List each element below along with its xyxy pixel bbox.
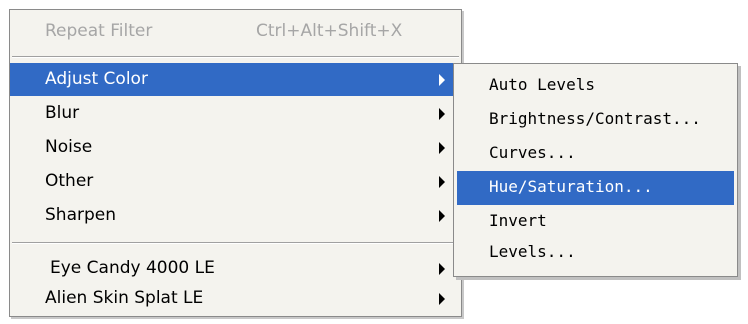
menu-item-sharpen[interactable]: Sharpen — [10, 199, 461, 232]
menu-item-label: Sharpen — [45, 205, 116, 225]
menu-item-label: Alien Skin Splat LE — [45, 288, 204, 308]
menu-item-label: Noise — [45, 137, 93, 157]
menu-item-shortcut: Ctrl+Alt+Shift+X — [256, 21, 403, 41]
screen: Repeat Filter Ctrl+Alt+Shift+X Adjust Co… — [0, 0, 748, 324]
menu-item-repeat-filter: Repeat Filter Ctrl+Alt+Shift+X — [10, 15, 461, 48]
submenu-item-hue-saturation[interactable]: Hue/Saturation... — [457, 171, 734, 205]
chevron-right-icon — [439, 74, 445, 86]
submenu-item-label: Levels... — [489, 242, 576, 261]
submenu-item-levels[interactable]: Levels... — [454, 236, 737, 270]
menu-item-label: Repeat Filter — [45, 21, 153, 41]
submenu-item-label: Auto Levels — [489, 75, 595, 94]
menu-item-label: Blur — [45, 103, 80, 123]
submenu-item-brightness-contrast[interactable]: Brightness/Contrast... — [454, 103, 737, 137]
menu-item-other[interactable]: Other — [10, 165, 461, 198]
chevron-right-icon — [439, 176, 445, 188]
filter-menu: Repeat Filter Ctrl+Alt+Shift+X Adjust Co… — [9, 9, 462, 317]
submenu-item-curves[interactable]: Curves... — [454, 137, 737, 171]
menu-separator — [12, 242, 459, 244]
menu-item-noise[interactable]: Noise — [10, 131, 461, 164]
chevron-right-icon — [439, 108, 445, 120]
menu-item-label: Adjust Color — [45, 69, 148, 89]
menu-item-label: Other — [45, 171, 94, 191]
submenu-item-label: Curves... — [489, 143, 576, 162]
menu-item-label: Eye Candy 4000 LE — [50, 258, 215, 278]
submenu-item-label: Brightness/Contrast... — [489, 109, 701, 128]
chevron-right-icon — [439, 293, 445, 305]
submenu-item-invert[interactable]: Invert — [454, 205, 737, 239]
menu-item-blur[interactable]: Blur — [10, 97, 461, 130]
menu-separator — [12, 56, 459, 58]
chevron-right-icon — [439, 210, 445, 222]
chevron-right-icon — [439, 263, 445, 275]
menu-item-eye-candy[interactable]: Eye Candy 4000 LE — [10, 252, 461, 285]
submenu-item-label: Hue/Saturation... — [489, 177, 653, 196]
submenu-item-label: Invert — [489, 211, 547, 230]
chevron-right-icon — [439, 142, 445, 154]
menu-item-adjust-color[interactable]: Adjust Color — [10, 63, 461, 96]
menu-item-alien-skin-splat[interactable]: Alien Skin Splat LE — [10, 282, 461, 315]
adjust-color-submenu: Auto Levels Brightness/Contrast... Curve… — [453, 63, 738, 277]
submenu-item-auto-levels[interactable]: Auto Levels — [454, 69, 737, 103]
